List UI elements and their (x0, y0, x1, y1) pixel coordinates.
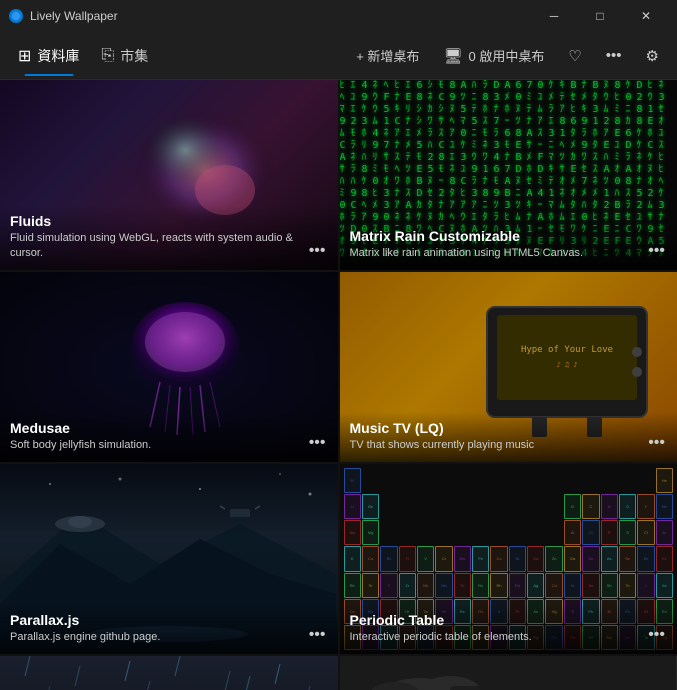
close-button[interactable]: ✕ (623, 0, 669, 32)
card-weather[interactable]: 29° (340, 656, 677, 690)
app-icon (8, 8, 24, 24)
tab-market[interactable]: ⎘ 市集 (91, 40, 158, 72)
monitor-icon: 🖥 (443, 47, 462, 65)
card-periodic[interactable]: HHeLiBeBCNOFNeNaMgAlSiPSClArKCaScTiVCrMn… (340, 464, 677, 654)
minimize-button[interactable]: ─ (531, 0, 577, 32)
tab-library[interactable]: ⊞ 資料庫 (8, 40, 89, 72)
parallax-desc: Parallax.js engine github page. (10, 630, 328, 644)
monitor-label: 0 啟用中桌布 (468, 46, 544, 65)
medusae-info: Medusae Soft body jellyfish simulation. (0, 412, 338, 462)
wallpaper-grid: Fluids Fluid simulation using WebGL, rea… (0, 80, 677, 690)
parallax-menu-button[interactable]: ••• (305, 624, 330, 646)
periodic-info: Periodic Table Interactive periodic tabl… (340, 604, 677, 654)
monitor-button[interactable]: 🖥 0 啟用中桌布 (433, 40, 554, 71)
rain-visual (0, 656, 336, 690)
matrix-info: Matrix Rain Customizable Matrix like rai… (340, 220, 677, 270)
settings-icon: ⚙ (646, 47, 659, 65)
fluids-desc: Fluid simulation using WebGL, reacts wit… (10, 231, 328, 260)
library-label: 資料庫 (37, 46, 79, 66)
titlebar: Lively Wallpaper ─ □ ✕ (0, 0, 677, 32)
rain-bg: PK在线翻墙 (0, 656, 338, 690)
add-label: + 新增桌布 (356, 46, 419, 65)
add-wallpaper-button[interactable]: + 新增桌布 (346, 40, 429, 71)
titlebar-controls[interactable]: ─ □ ✕ (531, 0, 669, 32)
musictv-info: Music TV (LQ) TV that shows currently pl… (340, 412, 677, 462)
card-parallax[interactable]: Parallax.js Parallax.js engine github pa… (0, 464, 338, 654)
card-matrix[interactable]: ﾋ ﾍ ﾏ 9 ﾑ C A ｻ ﾊ ﾐ 0 ﾎ ﾂ ｵ ﾜ ｴ ﾕ ｴ 2 ﾓ … (340, 80, 677, 270)
musictv-desc: TV that shows currently playing music (350, 438, 668, 452)
weather-bg: 29° (340, 656, 677, 690)
market-icon: ⎘ (101, 47, 114, 65)
matrix-title: Matrix Rain Customizable (350, 228, 668, 244)
more-icon: ••• (606, 47, 622, 64)
fluids-title: Fluids (10, 213, 328, 229)
musictv-menu-button[interactable]: ••• (644, 432, 669, 454)
musictv-title: Music TV (LQ) (350, 420, 668, 436)
matrix-desc: Matrix like rain animation using HTML5 C… (350, 246, 668, 260)
parallax-info: Parallax.js Parallax.js engine github pa… (0, 604, 338, 654)
card-musictv[interactable]: Hype of Your Love ♪ ♫ ♪ Music TV (LQ) TV… (340, 272, 677, 462)
weather-visual: 29° (340, 656, 676, 690)
library-icon: ⊞ (18, 46, 31, 66)
periodic-desc: Interactive periodic table of elements. (350, 630, 668, 644)
titlebar-left: Lively Wallpaper (8, 8, 118, 24)
titlebar-title: Lively Wallpaper (30, 9, 118, 23)
market-label: 市集 (120, 46, 148, 66)
card-fluids[interactable]: Fluids Fluid simulation using WebGL, rea… (0, 80, 338, 270)
medusae-desc: Soft body jellyfish simulation. (10, 438, 328, 452)
settings-button[interactable]: ⚙ (636, 41, 669, 71)
heart-icon: ♡ (568, 47, 581, 65)
periodic-menu-button[interactable]: ••• (644, 624, 669, 646)
periodic-title: Periodic Table (350, 612, 668, 628)
matrix-menu-button[interactable]: ••• (644, 240, 669, 262)
medusae-menu-button[interactable]: ••• (305, 432, 330, 454)
card-rain[interactable]: PK在线翻墙 (0, 656, 338, 690)
nav-tabs: ⊞ 資料庫 ⎘ 市集 (8, 40, 158, 72)
fluids-menu-button[interactable]: ••• (305, 240, 330, 262)
toolbar: ⊞ 資料庫 ⎘ 市集 + 新增桌布 🖥 0 啟用中桌布 ♡ ••• ⚙ (0, 32, 677, 80)
card-medusae[interactable]: Medusae Soft body jellyfish simulation. … (0, 272, 338, 462)
fluids-info: Fluids Fluid simulation using WebGL, rea… (0, 205, 338, 270)
favorites-button[interactable]: ♡ (558, 41, 591, 71)
toolbar-actions: + 新增桌布 🖥 0 啟用中桌布 ♡ ••• ⚙ (346, 40, 669, 71)
more-button[interactable]: ••• (596, 41, 632, 70)
medusae-title: Medusae (10, 420, 328, 436)
parallax-title: Parallax.js (10, 612, 328, 628)
maximize-button[interactable]: □ (577, 0, 623, 32)
